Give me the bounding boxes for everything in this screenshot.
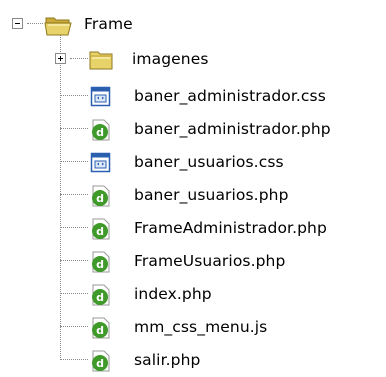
tree-node-label: baner_administrador.php: [134, 119, 331, 138]
collapse-toggle-frame[interactable]: [12, 18, 23, 29]
tree-connector: [60, 326, 88, 327]
css-file-icon: [90, 86, 112, 106]
tree-connector: [60, 95, 88, 96]
tree-node-label: imagenes: [132, 49, 209, 68]
tree-connector-root-h: [27, 23, 43, 24]
tree-node-label: Frame: [84, 14, 133, 33]
js-file-icon: d: [90, 317, 112, 338]
tree-node-frame[interactable]: Frame: [44, 10, 133, 37]
svg-text:d: d: [96, 291, 104, 304]
php-file-icon: d: [90, 185, 112, 206]
tree-connector: [60, 194, 88, 195]
svg-text:d: d: [96, 225, 104, 238]
tree-node-file[interactable]: d mm_css_menu.js: [90, 313, 267, 340]
tree-connector: [60, 359, 88, 360]
folder-icon: [88, 49, 113, 69]
php-file-icon: d: [90, 119, 112, 140]
php-file-icon: d: [90, 284, 112, 305]
tree-node-label: mm_css_menu.js: [134, 317, 268, 336]
tree-connector: [60, 128, 88, 129]
tree-node-label: salir.php: [134, 350, 201, 369]
file-tree: Frame imagenes baner_administrador.css d…: [0, 0, 386, 377]
tree-node-file[interactable]: baner_usuarios.css: [90, 148, 284, 175]
tree-node-label: FrameUsuarios.php: [134, 251, 286, 270]
tree-node-file[interactable]: d baner_usuarios.php: [90, 181, 289, 208]
tree-node-file[interactable]: baner_administrador.css: [90, 82, 326, 109]
expand-toggle-imagenes[interactable]: [55, 53, 66, 64]
tree-connector: [60, 161, 88, 162]
tree-connector: [60, 260, 88, 261]
svg-text:d: d: [96, 126, 104, 139]
tree-node-label: baner_administrador.css: [134, 86, 326, 105]
tree-connector: [60, 293, 88, 294]
svg-text:d: d: [96, 258, 104, 271]
tree-node-label: index.php: [134, 284, 212, 303]
svg-text:d: d: [96, 324, 104, 337]
tree-connector: [60, 227, 88, 228]
css-file-icon: [90, 152, 112, 172]
php-file-icon: d: [90, 218, 112, 239]
tree-node-file[interactable]: d FrameAdministrador.php: [90, 214, 327, 241]
tree-node-file[interactable]: d index.php: [90, 280, 212, 307]
tree-connector-children: [60, 35, 61, 360]
tree-node-file[interactable]: d salir.php: [90, 346, 200, 373]
tree-connector: [70, 58, 88, 59]
php-file-icon: d: [90, 350, 112, 371]
tree-node-imagenes[interactable]: imagenes: [88, 45, 209, 72]
tree-node-label: baner_usuarios.php: [134, 185, 289, 204]
tree-node-label: baner_usuarios.css: [134, 152, 284, 171]
php-file-icon: d: [90, 251, 112, 272]
svg-text:d: d: [96, 192, 104, 205]
svg-text:d: d: [96, 357, 104, 370]
tree-node-file[interactable]: d FrameUsuarios.php: [90, 247, 285, 274]
tree-node-label: FrameAdministrador.php: [134, 218, 327, 237]
folder-open-icon: [44, 14, 72, 35]
tree-node-file[interactable]: d baner_administrador.php: [90, 115, 331, 142]
